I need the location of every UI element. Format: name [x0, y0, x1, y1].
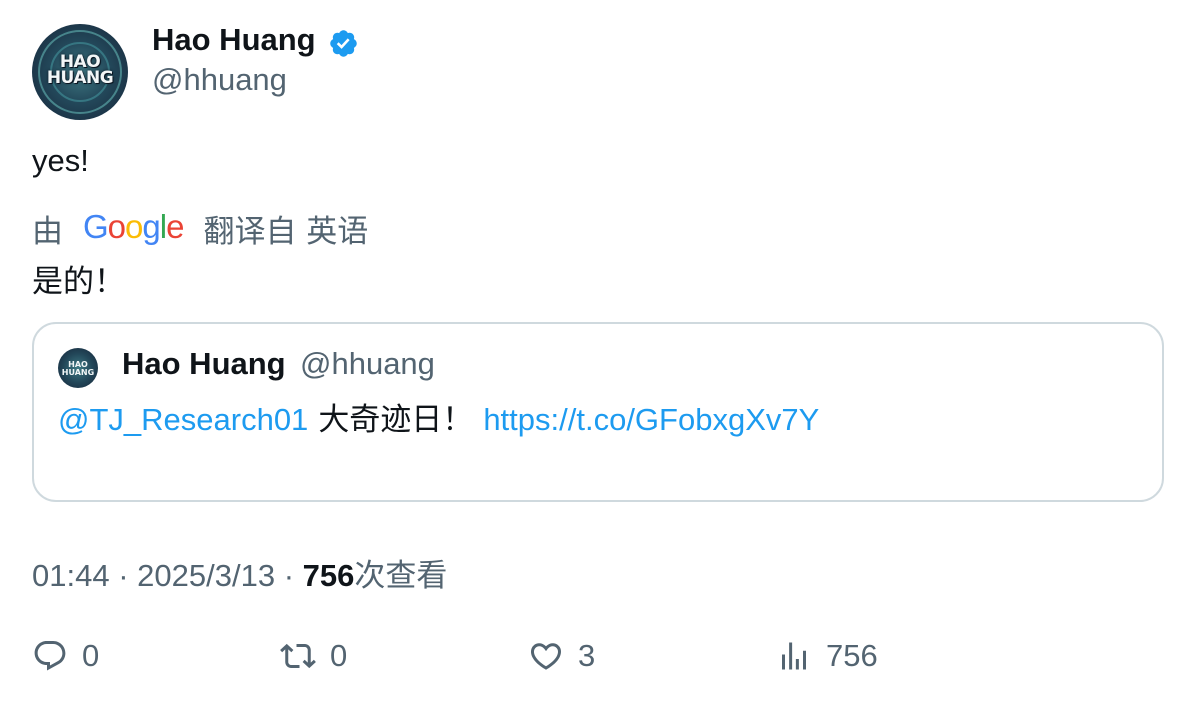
translated-text: 是的！: [32, 264, 125, 300]
quoted-avatar-text-line2: HUANG: [61, 368, 95, 377]
tweet-time[interactable]: 01:44: [32, 558, 110, 593]
quoted-author-handle: @hhuang: [300, 346, 435, 381]
retweet-count: 0: [330, 638, 348, 673]
quoted-mention-link[interactable]: @TJ_Research01: [58, 402, 308, 437]
verified-badge-icon: [330, 30, 357, 57]
google-logo-letter-o1: o: [107, 208, 126, 245]
quoted-body-text: 大奇迹日！: [318, 402, 474, 438]
meta-separator: ·: [118, 558, 129, 593]
quoted-url-link[interactable]: https://t.co/GFobxgXv7Y: [483, 402, 819, 437]
author-avatar[interactable]: HAO HUANG: [32, 24, 128, 120]
tweet-meta: 01:44 · 2025/3/13 · 756次查看: [32, 550, 447, 595]
google-logo-letter-g: G: [83, 208, 109, 245]
tweet-text: yes!: [32, 143, 89, 178]
reply-count: 0: [82, 638, 100, 673]
google-logo: Google: [83, 208, 184, 246]
views-button[interactable]: 756: [776, 636, 878, 676]
google-logo-letter-g2: g: [142, 208, 160, 245]
reply-icon: [34, 641, 66, 671]
analytics-icon: [782, 642, 806, 670]
heart-icon: [530, 643, 562, 670]
quoted-tweet-text: @TJ_Research01 大奇迹日！ https://t.co/GFobxgXv…: [58, 394, 819, 439]
google-logo-letter-o2: o: [125, 208, 143, 245]
author-name[interactable]: Hao Huang: [152, 22, 316, 58]
translated-by-label: 由: [32, 213, 63, 250]
tweet-date[interactable]: 2025/3/13: [137, 558, 275, 593]
like-count: 3: [578, 638, 596, 673]
views-action-count: 756: [826, 638, 878, 673]
retweet-button[interactable]: 0: [280, 636, 347, 676]
like-button[interactable]: 3: [528, 636, 595, 676]
translation-attribution[interactable]: 由 Google 翻译自 英语: [32, 208, 369, 250]
author-handle[interactable]: @hhuang: [152, 62, 287, 98]
translated-from-label: 翻译自 英语: [203, 213, 369, 250]
quoted-author-avatar: HAO HUANG: [58, 348, 98, 388]
views-count: 756: [302, 558, 355, 593]
meta-separator: ·: [283, 558, 295, 593]
avatar-text-line2: HUANG: [46, 68, 114, 88]
views-label: 次查看: [354, 558, 448, 594]
quoted-author-name: Hao Huang: [122, 346, 286, 381]
reply-button[interactable]: 0: [32, 636, 99, 676]
retweet-icon: [280, 643, 316, 669]
google-logo-letter-e: e: [166, 208, 184, 245]
